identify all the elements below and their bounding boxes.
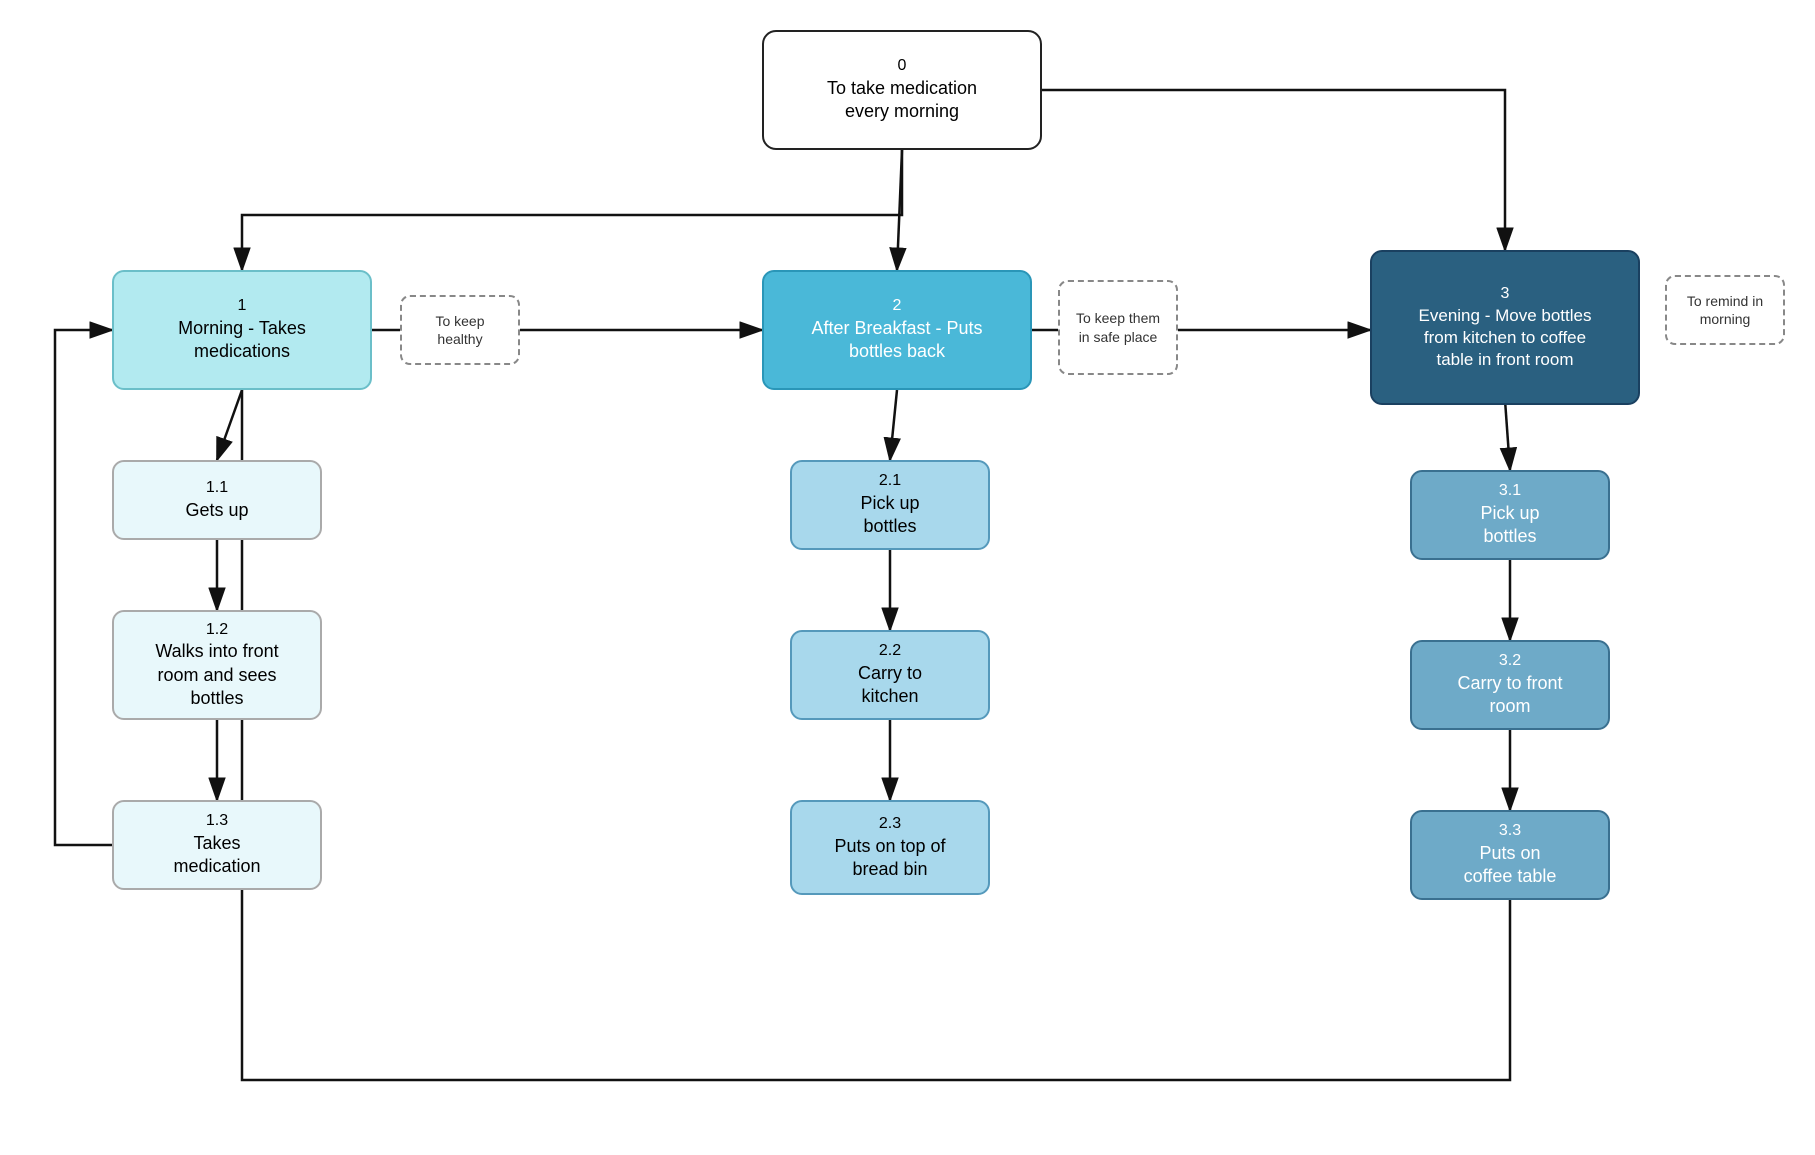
node-1-label: Morning - Takes medications (178, 318, 306, 361)
node-2-3-label: Puts on top of bread bin (834, 836, 945, 879)
node-1-1: 1.1 Gets up (112, 460, 322, 540)
node-3-1-label: Pick up bottles (1480, 503, 1539, 546)
node-3-label: Evening - Move bottles from kitchen to c… (1419, 306, 1592, 369)
node-2-3: 2.3 Puts on top of bread bin (790, 800, 990, 895)
node-3-3: 3.3 Puts on coffee table (1410, 810, 1610, 900)
arrows-svg (0, 0, 1815, 1155)
diagram-container: 0 To take medication every morning 1 Mor… (0, 0, 1815, 1155)
node-2: 2 After Breakfast - Puts bottles back (762, 270, 1032, 390)
node-1-2-id: 1.2 (155, 620, 278, 641)
node-1-3: 1.3 Takes medication (112, 800, 322, 890)
node-1-2-label: Walks into front room and sees bottles (155, 641, 278, 708)
node-3-1: 3.1 Pick up bottles (1410, 470, 1610, 560)
node-1-1-label: Gets up (185, 500, 248, 520)
node-1-3-label: Takes medication (173, 833, 260, 876)
node-3-2: 3.2 Carry to front room (1410, 640, 1610, 730)
node-2-1-label: Pick up bottles (860, 493, 919, 536)
node-2-2: 2.2 Carry to kitchen (790, 630, 990, 720)
node-3-3-id: 3.3 (1464, 821, 1557, 842)
root-node-id: 0 (827, 56, 977, 77)
node-3: 3 Evening - Move bottles from kitchen to… (1370, 250, 1640, 405)
node-3-annotation: To remind in morning (1665, 275, 1785, 345)
node-3-2-id: 3.2 (1457, 651, 1562, 672)
node-1-annotation: To keep healthy (400, 295, 520, 365)
node-2-2-id: 2.2 (858, 641, 922, 662)
node-1-2: 1.2 Walks into front room and sees bottl… (112, 610, 322, 720)
root-node: 0 To take medication every morning (762, 30, 1042, 150)
node-2-1-id: 2.1 (860, 471, 919, 492)
node-1: 1 Morning - Takes medications (112, 270, 372, 390)
node-2-annotation: To keep them in safe place (1058, 280, 1178, 375)
node-3-annotation-label: To remind in morning (1679, 292, 1771, 328)
node-2-1: 2.1 Pick up bottles (790, 460, 990, 550)
node-1-annotation-label: To keep healthy (414, 312, 506, 348)
node-1-id: 1 (178, 296, 306, 317)
node-2-annotation-label: To keep them in safe place (1072, 309, 1164, 345)
node-2-3-id: 2.3 (834, 814, 945, 835)
node-1-3-id: 1.3 (173, 811, 260, 832)
root-node-label: To take medication every morning (827, 78, 977, 121)
node-2-2-label: Carry to kitchen (858, 663, 922, 706)
node-2-label: After Breakfast - Puts bottles back (811, 318, 982, 361)
node-3-id: 3 (1419, 284, 1592, 305)
node-3-1-id: 3.1 (1480, 481, 1539, 502)
node-3-3-label: Puts on coffee table (1464, 843, 1557, 886)
node-1-1-id: 1.1 (185, 478, 248, 499)
node-2-id: 2 (811, 296, 982, 317)
node-3-2-label: Carry to front room (1457, 673, 1562, 716)
